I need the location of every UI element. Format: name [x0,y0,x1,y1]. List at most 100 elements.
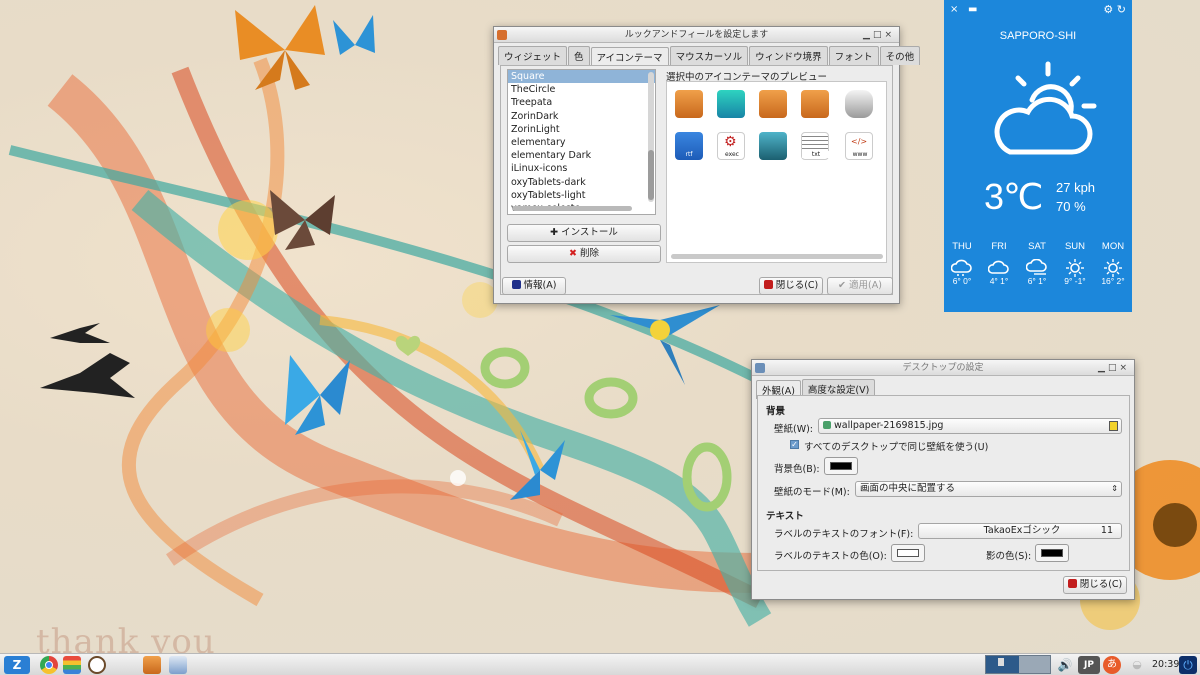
close-icon[interactable]: × [1119,363,1130,373]
close-button[interactable]: 閉じる(C) [759,277,823,295]
theme-list-item[interactable]: TheCircle [508,83,655,96]
exec-gear-icon: ⚙ exec [717,132,745,160]
refresh-icon[interactable]: ↻ [1117,3,1126,16]
compass-icon[interactable] [88,656,106,674]
minimize-icon[interactable]: ▁ [863,30,873,40]
wallpaper-label: 壁紙(W): [774,424,814,435]
tab-color[interactable]: 色 [568,46,590,65]
forecast-day-name: SUN [1064,241,1086,252]
taskbar-look-and-feel-icon[interactable] [143,656,161,674]
network-icon[interactable]: ◒ [1128,656,1146,674]
tile-label: exec [725,151,739,158]
wallpaper-mode-label: 壁紙のモード(M): [774,487,850,498]
info-button-label: 情報(A) [523,280,557,291]
minimize-icon[interactable]: ▁ [1098,363,1108,373]
info-button[interactable]: 情報(A) [502,277,566,295]
label-text-color-button[interactable] [891,544,925,562]
folder-icon [759,90,787,118]
desktop-settings-window: デスクトップの設定 ▁□× 外観(A) 高度な設定(V) 背景 壁紙(W): w… [751,359,1135,600]
theme-list-hscrollbar[interactable] [512,206,632,211]
weather-widget: × ▬ ⚙ ↻ SAPPORO-SHI 3℃ 27 kph 70 % THU 6… [944,0,1132,312]
background-color-button[interactable] [824,457,858,475]
look-and-feel-titlebar[interactable]: ルックアンドフィールを設定します ▁□× [494,27,899,43]
close-icon [763,280,773,289]
look-and-feel-window: ルックアンドフィールを設定します ▁□× ウィジェット 色 アイコンテーマ マウ… [493,26,921,304]
info-icon [511,280,521,289]
font-size-value: 11 [1100,525,1113,536]
close-icon [1067,579,1077,588]
delete-button-label: 削除 [579,248,599,259]
tab-widget[interactable]: ウィジェット [498,46,568,65]
theme-list-item[interactable]: oxyTablets-dark [508,176,655,189]
start-menu-icon[interactable]: Z [4,656,30,674]
weather-city: SAPPORO-SHI [999,30,1077,42]
color-swatch [897,549,919,557]
tab-icon-theme[interactable]: アイコンテーマ [590,47,669,66]
theme-list-item[interactable]: Treepata [508,96,655,109]
forecast-day: THU 6° 0° [944,241,980,286]
close-icon[interactable]: × [884,30,895,40]
theme-list-vscrollbar[interactable] [648,72,654,202]
theme-list-item[interactable]: elementary Dark [508,149,655,162]
tile-label: www [852,151,868,158]
upload-icon [1109,421,1118,431]
label-font-label: ラベルのテキストのフォント(F): [774,529,914,540]
label-font-button[interactable]: TakaoExゴシック 11 [918,523,1122,539]
same-wallpaper-label: すべてのデスクトップで同じ壁紙を使う(U) [804,442,989,453]
taskbar-desktop-settings-icon[interactable] [169,656,187,674]
forecast-day-name: THU [952,241,972,252]
tab-other[interactable]: その他 [879,46,921,65]
scrollbar-thumb[interactable] [648,150,654,200]
gear-icon[interactable]: ⚙ [1103,3,1113,16]
desktop-settings-titlebar[interactable]: デスクトップの設定 ▁□× [752,360,1134,376]
text-document-icon: txt [801,132,830,160]
maximize-icon[interactable]: □ [1108,363,1120,373]
tab-font[interactable]: フォント [828,46,879,65]
theme-list-item[interactable]: ZorinDark [508,110,655,123]
folder-icon [801,90,829,118]
preview-hscrollbar[interactable] [671,254,883,259]
theme-list-item[interactable]: iLinux-icons [508,162,655,175]
workspace-switcher[interactable] [985,655,1051,674]
weather-tools: ⚙ ↻ [1103,3,1126,16]
window-controls: ▁□× [1098,360,1130,376]
tab-window-border[interactable]: ウィンドウ境界 [749,46,828,65]
theme-list-item[interactable]: ZorinLight [508,123,655,136]
shadow-color-button[interactable] [1035,544,1069,562]
theme-list-item[interactable]: elementary [508,136,655,149]
close-icon[interactable]: × [950,4,958,15]
volume-icon[interactable]: 🔊 [1056,656,1074,674]
tab-mouse-cursor[interactable]: マウスカーソル [669,46,749,65]
icon-preview-box: rtf ⚙ exec txt </> www [666,81,887,263]
file-manager-icon[interactable] [63,656,81,674]
taskbar: Z 🔊 JP あ ◒ 20:39 ⏻ [0,653,1200,675]
install-button[interactable]: ✚ インストール [507,224,661,242]
code-icon: </> [851,137,868,146]
gear-icon: ⚙ [724,134,737,150]
forecast-range: 4° 1° [989,276,1009,286]
check-icon: ✔ [838,280,846,291]
apply-button[interactable]: ✔ 適用(A) [827,277,893,295]
theme-list-item[interactable]: Square [508,70,655,84]
input-method-icon[interactable]: あ [1103,656,1121,674]
wind-speed: 27 kph [1056,180,1096,195]
same-wallpaper-checkbox[interactable]: ✓ [790,440,799,449]
clock: 20:39 [1152,659,1180,670]
wallpaper-mode-select[interactable]: 画面の中央に配置する ⇕ [855,481,1122,497]
forecast-day-name: FRI [991,241,1007,252]
chrome-icon[interactable] [40,656,58,674]
current-temperature: 3℃ [984,176,1043,217]
keyboard-layout-indicator[interactable]: JP [1078,656,1100,674]
minimize-icon[interactable]: ▬ [968,4,977,15]
theme-list-item[interactable]: oxyTablets-light [508,189,655,202]
wallpaper-thank-you-text: thank you [36,622,216,653]
wallpaper-mode-value: 画面の中央に配置する [860,483,956,494]
close-button[interactable]: 閉じる(C) [1063,576,1127,594]
maximize-icon[interactable]: □ [873,30,885,40]
app-launcher-icon [717,90,745,118]
wallpaper-file-chooser[interactable]: wallpaper-2169815.jpg [818,418,1122,434]
delete-button[interactable]: ✖ 削除 [507,245,661,263]
font-value: TakaoExゴシック [983,525,1061,536]
power-icon[interactable]: ⏻ [1179,656,1197,674]
tile-label: txt [802,151,830,158]
